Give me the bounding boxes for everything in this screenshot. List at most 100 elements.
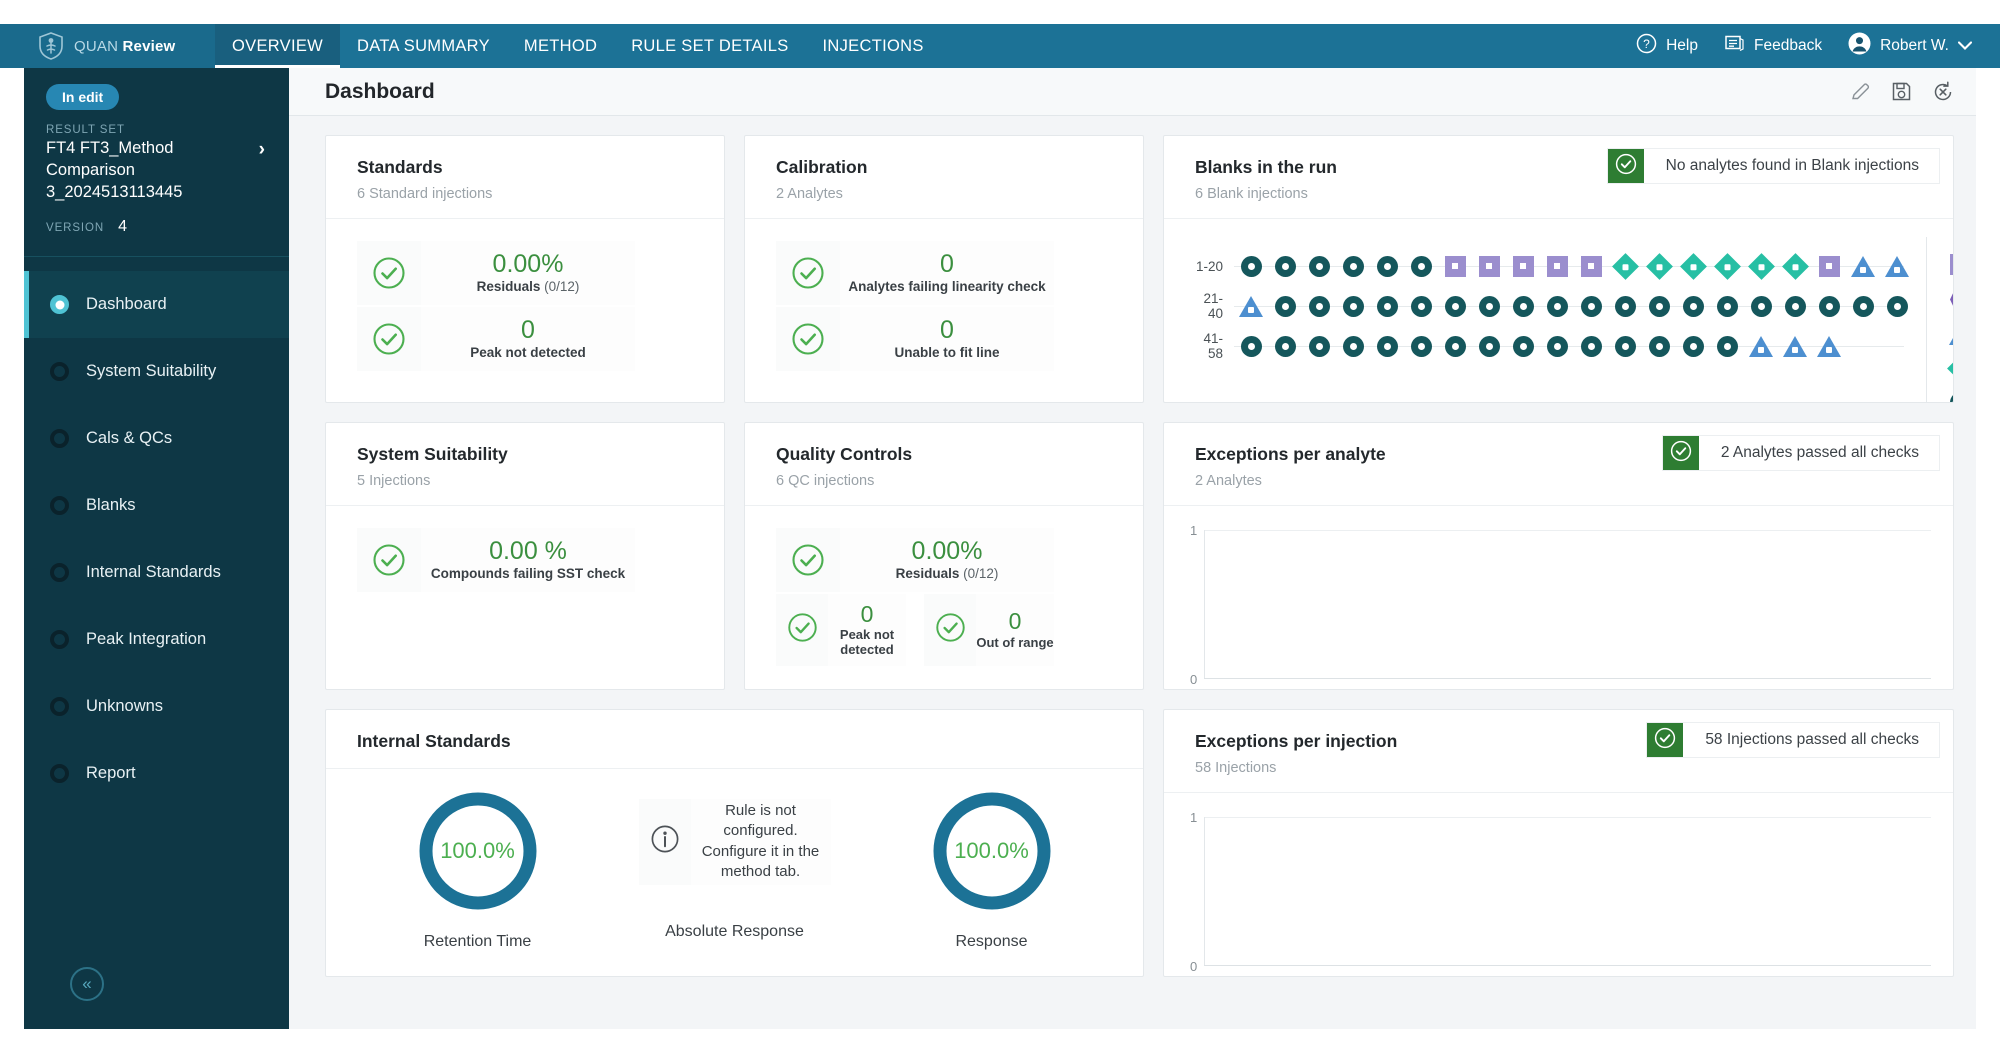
- symbol-unknown-icon: [1512, 335, 1534, 357]
- injection-marker[interactable]: [1540, 255, 1574, 277]
- injection-marker[interactable]: [1370, 255, 1404, 277]
- x-axis: [1204, 678, 1931, 679]
- injection-marker[interactable]: [1880, 255, 1914, 277]
- injection-marker[interactable]: [1574, 295, 1608, 317]
- injection-marker[interactable]: [1846, 295, 1880, 317]
- injection-marker[interactable]: [1710, 252, 1744, 280]
- injection-marker[interactable]: [1404, 335, 1438, 357]
- injection-marker[interactable]: [1336, 295, 1370, 317]
- card-standards-header: Standards 6 Standard injections: [326, 136, 724, 219]
- user-menu[interactable]: Robert W.: [1848, 32, 1973, 60]
- injection-marker[interactable]: [1812, 335, 1846, 357]
- injection-marker[interactable]: [1744, 335, 1778, 357]
- app-logo-icon: [38, 32, 64, 60]
- injection-marker[interactable]: [1404, 295, 1438, 317]
- injection-marker[interactable]: [1234, 295, 1268, 317]
- injection-marker[interactable]: [1438, 295, 1472, 317]
- injection-marker[interactable]: [1676, 252, 1710, 280]
- app-brand[interactable]: QUAN Review: [0, 24, 215, 68]
- card-subtitle: 6 QC injections: [776, 473, 875, 489]
- injection-marker[interactable]: [1642, 252, 1676, 280]
- injection-marker[interactable]: [1234, 335, 1268, 357]
- sidebar-item-blanks[interactable]: Blanks: [24, 472, 289, 539]
- injection-marker[interactable]: [1574, 335, 1608, 357]
- injection-marker[interactable]: [1370, 335, 1404, 357]
- metric-list: 0.00 % Compounds failing SST check: [357, 528, 635, 592]
- feedback-button[interactable]: Feedback: [1724, 34, 1822, 59]
- injection-marker[interactable]: [1574, 255, 1608, 277]
- card-title: Quality Controls: [776, 444, 913, 464]
- tab-overview-label: OVERVIEW: [232, 36, 324, 55]
- injection-marker[interactable]: [1438, 335, 1472, 357]
- tab-method[interactable]: METHOD: [507, 24, 614, 68]
- revert-cancel-icon[interactable]: [1932, 81, 1954, 102]
- injection-marker[interactable]: [1778, 335, 1812, 357]
- injection-marker[interactable]: [1438, 255, 1472, 277]
- x-axis: [1204, 965, 1931, 966]
- injection-marker[interactable]: [1370, 295, 1404, 317]
- injection-marker[interactable]: [1812, 255, 1846, 277]
- injection-marker[interactable]: [1676, 295, 1710, 317]
- injection-marker[interactable]: [1880, 295, 1914, 317]
- sidebar-item-system-suitability[interactable]: System Suitability: [24, 338, 289, 405]
- symbol-unknown-icon: [1750, 295, 1772, 317]
- injection-marker[interactable]: [1540, 295, 1574, 317]
- result-set-selector[interactable]: FT4 FT3_Method Comparison 3_202451311344…: [46, 136, 269, 203]
- sidebar-collapse-button[interactable]: «: [70, 967, 104, 1001]
- injection-marker[interactable]: [1336, 255, 1370, 277]
- injection-marker[interactable]: [1642, 295, 1676, 317]
- injection-marker[interactable]: [1710, 335, 1744, 357]
- sidebar-item-peak-integration[interactable]: Peak Integration: [24, 606, 289, 673]
- injection-marker[interactable]: [1676, 335, 1710, 357]
- injection-marker[interactable]: [1302, 255, 1336, 277]
- injection-marker[interactable]: [1404, 255, 1438, 277]
- injection-marker[interactable]: [1302, 295, 1336, 317]
- sidebar-item-unknowns[interactable]: Unknowns: [24, 673, 289, 740]
- injection-marker[interactable]: [1506, 335, 1540, 357]
- edit-pencil-icon[interactable]: [1850, 81, 1871, 102]
- injection-marker[interactable]: [1710, 295, 1744, 317]
- tab-overview[interactable]: OVERVIEW: [215, 24, 341, 68]
- sidebar-item-internal-standards[interactable]: Internal Standards: [24, 539, 289, 606]
- injection-marker[interactable]: [1778, 252, 1812, 280]
- card-subtitle: 6 Standard injections: [357, 186, 493, 202]
- injection-marker[interactable]: [1540, 335, 1574, 357]
- injection-marker[interactable]: [1472, 255, 1506, 277]
- injection-marker[interactable]: [1642, 335, 1676, 357]
- injection-marker[interactable]: [1608, 335, 1642, 357]
- injection-marker[interactable]: [1608, 295, 1642, 317]
- symbol-unknown-icon: [1949, 392, 1953, 402]
- injection-marker[interactable]: [1778, 295, 1812, 317]
- tab-rule-set-details[interactable]: RULE SET DETAILS: [614, 24, 805, 68]
- injection-marker[interactable]: [1744, 295, 1778, 317]
- symbol-blank-icon: [1580, 255, 1602, 277]
- injection-marker[interactable]: [1472, 295, 1506, 317]
- injection-marker[interactable]: [1268, 295, 1302, 317]
- save-floppy-icon[interactable]: [1891, 81, 1912, 102]
- injection-marker[interactable]: [1268, 335, 1302, 357]
- help-button[interactable]: ? Help: [1636, 33, 1698, 59]
- tab-data-summary[interactable]: DATA SUMMARY: [340, 24, 507, 68]
- metric-status-icon-cell: [776, 241, 840, 305]
- injection-marker[interactable]: [1336, 335, 1370, 357]
- injection-marker[interactable]: [1812, 295, 1846, 317]
- matrix-row: 1-20: [1190, 249, 1914, 283]
- symbol-unknown-icon: [1410, 335, 1432, 357]
- injection-marker[interactable]: [1234, 255, 1268, 277]
- injection-marker[interactable]: [1472, 335, 1506, 357]
- sidebar-item-report[interactable]: Report: [24, 740, 289, 807]
- gauge-label: Retention Time: [423, 932, 532, 950]
- tab-injections[interactable]: INJECTIONS: [806, 24, 941, 68]
- injection-marker[interactable]: [1302, 335, 1336, 357]
- y-tick-max: 1: [1190, 810, 1198, 825]
- injection-marker[interactable]: [1506, 295, 1540, 317]
- injection-marker[interactable]: [1744, 252, 1778, 280]
- help-icon: ?: [1636, 33, 1657, 59]
- sidebar-item-cals-and-qcs[interactable]: Cals & QCs: [24, 405, 289, 472]
- injection-marker[interactable]: [1608, 252, 1642, 280]
- injection-marker[interactable]: [1506, 255, 1540, 277]
- symbol-blank-icon: [1818, 255, 1840, 277]
- injection-marker[interactable]: [1268, 255, 1302, 277]
- injection-marker[interactable]: [1846, 255, 1880, 277]
- sidebar-item-dashboard[interactable]: Dashboard: [24, 271, 289, 339]
